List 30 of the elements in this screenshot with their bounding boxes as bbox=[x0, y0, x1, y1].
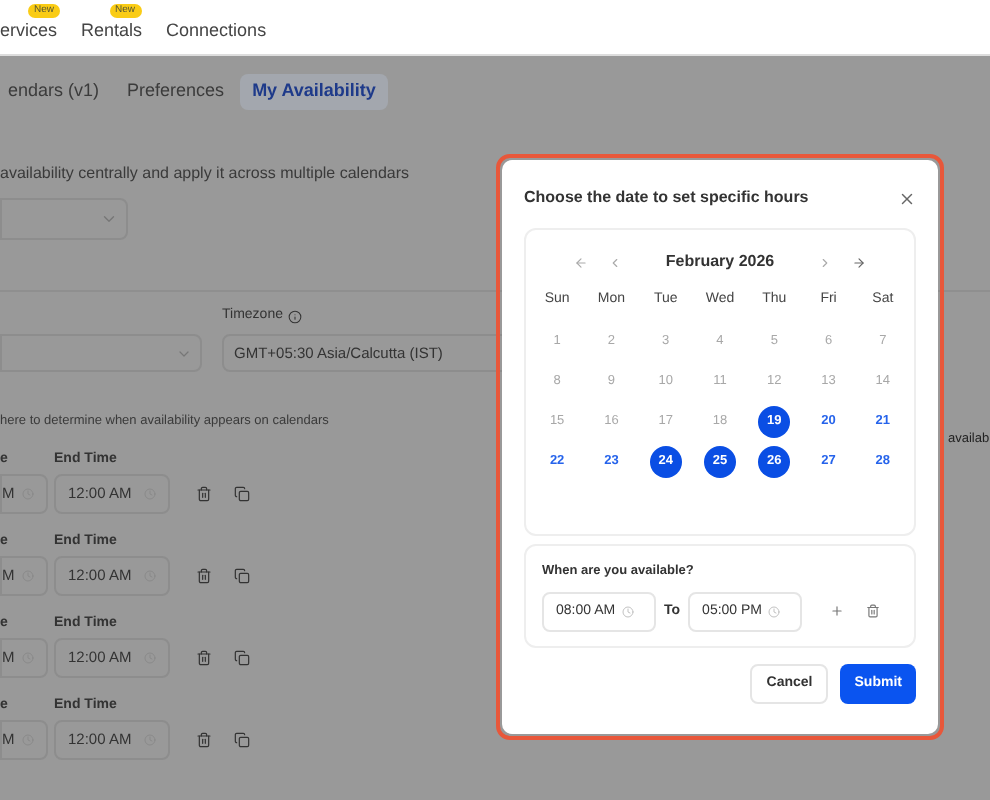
dropdown[interactable] bbox=[0, 198, 128, 240]
copy-icon bbox=[234, 485, 250, 502]
copy-icon bbox=[234, 649, 250, 666]
copy-icon bbox=[234, 731, 250, 748]
close-button[interactable] bbox=[898, 189, 916, 207]
add-button[interactable] bbox=[830, 604, 845, 619]
tab[interactable]: Preferences bbox=[115, 74, 237, 110]
select-field[interactable] bbox=[0, 334, 202, 372]
trash-icon bbox=[196, 649, 212, 666]
nav-link[interactable]: Connections bbox=[166, 19, 267, 39]
chevron-down-icon bbox=[100, 210, 118, 228]
nav-link[interactable]: Rentals bbox=[81, 19, 143, 39]
description-text: availability centrally and apply it across multiple calendars bbox=[0, 162, 412, 186]
month-title: February 2026 bbox=[665, 250, 775, 274]
tab[interactable]: My Availability bbox=[240, 74, 388, 110]
copy-icon bbox=[234, 567, 250, 584]
next-year-button[interactable] bbox=[852, 255, 867, 269]
clock-icon bbox=[768, 605, 781, 618]
tab[interactable]: endars (v1) bbox=[0, 74, 112, 110]
previous-year-button[interactable] bbox=[573, 255, 588, 269]
trash-icon bbox=[196, 567, 212, 584]
info-icon bbox=[288, 309, 303, 323]
trash-icon bbox=[196, 731, 212, 748]
clock-icon bbox=[621, 605, 634, 618]
trash-icon bbox=[196, 485, 212, 502]
nav-link[interactable]: ervices bbox=[0, 19, 58, 39]
dialog-title: Choose the date to set specific hours bbox=[524, 186, 809, 210]
previous-month-button[interactable] bbox=[607, 255, 622, 269]
next-month-button[interactable] bbox=[818, 255, 833, 269]
delete-button[interactable] bbox=[866, 604, 881, 619]
